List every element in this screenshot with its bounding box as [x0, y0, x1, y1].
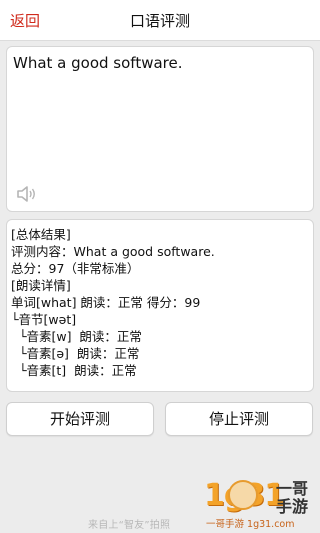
top-bar: 返回 口语评测	[0, 0, 320, 41]
result-line: └音节[wət]	[11, 312, 77, 327]
result-line: └音素[w] 朗读：正常	[11, 329, 142, 344]
result-line: [朗读详情]	[11, 278, 71, 293]
page-title: 口语评测	[129, 12, 190, 30]
watermark-brand-line2: 手游	[276, 497, 309, 516]
evaluation-text-input[interactable]	[13, 54, 303, 174]
watermark-site: 一哥手游 1g31.com	[206, 519, 295, 530]
stop-evaluation-button[interactable]: 停止评测	[165, 402, 313, 436]
start-evaluation-button[interactable]: 开始评测	[6, 402, 154, 436]
input-panel	[6, 46, 314, 212]
watermark-brand-line1: 一哥	[276, 479, 309, 498]
result-scroll-area[interactable]: [总体结果] 评测内容：What a good software. 总分：97（…	[11, 226, 309, 388]
result-line: └音素[t] 朗读：正常	[11, 363, 137, 378]
result-panel: [总体结果] 评测内容：What a good software. 总分：97（…	[6, 219, 314, 392]
result-line: 单词[what] 朗读：正常 得分：99	[11, 295, 201, 310]
footer-note: 来自上“智友”拍照	[88, 520, 171, 531]
mascot-face-icon	[228, 480, 258, 510]
watermark-logo: 1g31 一哥 手游 一哥手游 1g31.com	[198, 472, 316, 530]
result-line: 总分：97（非常标准）	[11, 261, 140, 276]
result-line: [总体结果]	[11, 227, 71, 242]
result-line: └音素[ə] 朗读：正常	[11, 346, 140, 361]
speaker-icon[interactable]	[15, 183, 39, 205]
result-line: 评测内容：What a good software.	[11, 244, 215, 259]
back-button[interactable]: 返回	[10, 10, 40, 31]
